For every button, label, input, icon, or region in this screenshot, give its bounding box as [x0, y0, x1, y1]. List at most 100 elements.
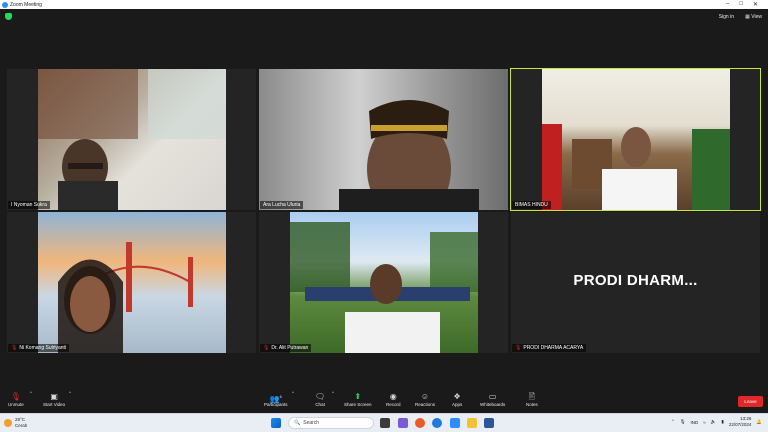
whiteboards-label: Whiteboards: [480, 402, 506, 407]
view-label: View: [751, 14, 762, 20]
word-icon[interactable]: [484, 418, 494, 428]
participants-count: 6: [279, 394, 282, 399]
system-tray: ⌃ 🎙 IND ≈ 🔈 ▮ 13:26 22/07/2024 🔔: [671, 416, 762, 428]
participant-name: Dr. Alit Putrawan: [271, 345, 309, 351]
notes-label: Notes: [526, 402, 538, 407]
notes-button[interactable]: 🖹 Notes: [526, 391, 538, 407]
outdoor-group-scene: [290, 222, 478, 353]
share-screen-button[interactable]: ⬆ Share Screen: [344, 391, 372, 407]
golden-gate-background: [58, 242, 193, 353]
apps-icon: ❖: [453, 392, 461, 401]
mic-muted-icon: 🎙: [10, 392, 21, 401]
sun-icon: [4, 419, 12, 427]
wifi-icon[interactable]: ≈: [703, 420, 705, 425]
start-menu-icon[interactable]: [271, 418, 281, 428]
clock-date: 22/07/2024: [728, 422, 752, 427]
share-screen-label: Share Screen: [344, 402, 372, 407]
reactions-button[interactable]: ☺ Reactions: [415, 391, 435, 407]
video-tile-1[interactable]: I Nyoman Sukra: [7, 69, 256, 210]
weather-desc: Cerah: [15, 423, 28, 428]
search-placeholder: Search: [303, 420, 320, 426]
participant-name: BIMAS HINDU: [515, 202, 548, 208]
video-options-caret-icon[interactable]: ⌃: [68, 391, 72, 397]
name-tag: BIMAS HINDU: [512, 201, 551, 209]
video-tile-5[interactable]: 🎙 Dr. Alit Putrawan: [259, 212, 508, 353]
weather-widget[interactable]: 28°C Cerah: [4, 417, 27, 429]
apps-button[interactable]: ❖ Apps: [452, 391, 462, 407]
window-titlebar: Zoom Meeting – □ ✕: [0, 0, 768, 9]
name-tag: 🎙 Dr. Alit Putrawan: [260, 344, 312, 352]
record-button[interactable]: ◉ Record: [386, 391, 401, 407]
participants-button[interactable]: 👥6 Participants: [264, 391, 288, 407]
whiteboards-button[interactable]: ▭ Whiteboards: [480, 391, 505, 407]
chevron-up-icon[interactable]: ⌃: [671, 419, 675, 425]
chat-caret-icon[interactable]: ⌃: [331, 391, 335, 397]
video-tile-6[interactable]: PRODI DHARM... 🎙 PRODI DHARMA ACARYA: [511, 212, 760, 353]
close-icon[interactable]: ✕: [753, 1, 758, 8]
taskbar-search[interactable]: 🔍 Search: [288, 417, 374, 429]
reactions-icon: ☺: [420, 392, 430, 401]
participants-caret-icon[interactable]: ⌃: [291, 391, 295, 397]
mic-tray-icon[interactable]: 🎙: [680, 419, 686, 425]
video-tile-3[interactable]: BIMAS HINDU: [510, 68, 761, 211]
office-scene: [542, 124, 730, 210]
window-title: Zoom Meeting: [10, 1, 42, 8]
edge-icon[interactable]: [432, 418, 442, 428]
video-tile-4[interactable]: 🎙 Ni Komang Sulriyanti: [7, 212, 256, 353]
teams-icon[interactable]: [398, 418, 408, 428]
participants-label: Participants: [264, 402, 288, 407]
participant-video: [290, 212, 478, 353]
leave-button[interactable]: Leave: [738, 396, 763, 407]
participant-video: [38, 212, 226, 353]
zoom-taskbar-icon[interactable]: [450, 418, 460, 428]
name-tag: Ara Lucha Uluria: [260, 201, 304, 209]
start-video-label: Start Video: [43, 402, 66, 407]
taskbar-clock[interactable]: 13:26 22/07/2024: [729, 416, 752, 428]
share-screen-icon: ⬆: [354, 392, 362, 401]
maximize-icon[interactable]: □: [739, 1, 743, 8]
participant-name: PRODI DHARMA ACARYA: [523, 345, 584, 351]
unmute-label: Unmute: [8, 402, 24, 407]
muted-mic-icon: 🎙: [515, 345, 522, 351]
person-silhouette: [339, 100, 479, 210]
windows-taskbar: 28°C Cerah 🔍 Search ⌃ 🎙 IND ≈ 🔈 ▮ 13:26 …: [0, 413, 768, 432]
participants-icon: 👥6: [269, 394, 282, 404]
participant-name: Ara Lucha Uluria: [263, 202, 301, 208]
video-tile-2[interactable]: Ara Lucha Uluria: [259, 69, 508, 210]
meeting-toolbar: 🎙 Unmute ⌃ ▣ Start Video ⌃ 👥6 Participan…: [0, 389, 768, 413]
search-icon: 🔍: [294, 420, 301, 426]
unmute-button[interactable]: 🎙 Unmute: [8, 391, 24, 407]
battery-icon[interactable]: ▮: [721, 419, 723, 425]
record-label: Record: [386, 402, 401, 407]
task-view-icon[interactable]: [380, 418, 390, 428]
notification-icon[interactable]: 🔔: [756, 419, 762, 425]
browser-icon[interactable]: [415, 418, 425, 428]
muted-mic-icon: 🎙: [11, 345, 18, 351]
whiteboard-icon: ▭: [488, 392, 497, 401]
view-button[interactable]: ▦ View: [745, 14, 762, 20]
chat-button[interactable]: 🗨 Chat: [315, 391, 325, 407]
participant-video: [542, 69, 730, 210]
muted-mic-icon: 🎙: [263, 345, 270, 351]
record-icon: ◉: [389, 392, 397, 401]
start-video-button[interactable]: ▣ Start Video: [43, 391, 65, 407]
language-indicator[interactable]: IND: [691, 420, 699, 425]
minimize-icon[interactable]: –: [726, 1, 729, 8]
audio-options-caret-icon[interactable]: ⌃: [29, 391, 33, 397]
chat-icon: 🗨: [315, 392, 326, 401]
volume-icon[interactable]: 🔈: [711, 419, 717, 425]
apps-label: Apps: [452, 402, 463, 407]
video-off-icon: ▣: [50, 392, 58, 401]
participant-video: [38, 69, 226, 210]
meeting-topbar: Sign in ▦ View: [0, 9, 768, 27]
window-controls: – □ ✕: [726, 1, 758, 8]
file-explorer-icon[interactable]: [467, 418, 477, 428]
sign-in-link[interactable]: Sign in: [719, 14, 734, 20]
notes-icon: 🖹: [528, 392, 536, 401]
person-silhouette: [38, 69, 226, 210]
chat-label: Chat: [315, 402, 325, 407]
participant-display-name: PRODI DHARM...: [573, 272, 698, 289]
encryption-shield-icon[interactable]: [5, 13, 12, 20]
participant-video: [259, 69, 508, 210]
reactions-label: Reactions: [415, 402, 436, 407]
